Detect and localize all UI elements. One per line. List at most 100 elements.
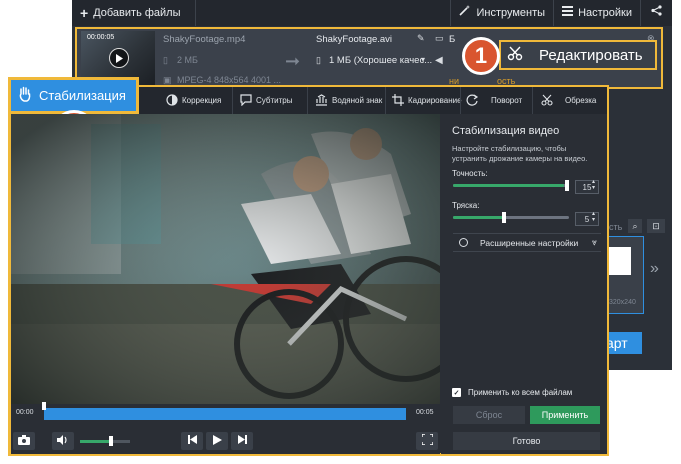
apply-all-label: Применить ко всем файлам [468,388,573,397]
file-icon: ▯ [163,55,168,65]
tab-watermark[interactable]: Водяной знак [315,87,382,114]
converter-toolbar: + Добавить файлы Инструменты Настройки [72,0,672,26]
advanced-settings-toggle[interactable]: Расширенные настройки ⩔ [453,233,601,252]
partial-label: сть [609,222,623,232]
tab-rotate[interactable]: Поворот [466,87,522,114]
volume-icon [57,434,69,448]
shaking-slider-handle[interactable] [502,212,506,223]
start-button[interactable]: арт [606,332,642,354]
mute-button[interactable] [52,432,74,450]
tab-subtitles[interactable]: Субтитры [240,87,292,114]
arrow-right-icon: ➞ [285,51,301,71]
accuracy-label: Точность: [452,169,488,178]
time-current: 00:00 [16,409,34,416]
volume-slider[interactable] [80,440,130,443]
chevron-down-icon[interactable]: ▾ [421,55,425,64]
thumbnail-time: 00:00:05 [87,34,115,41]
step-badge-one: 1 [462,37,500,75]
tab-correction[interactable]: Коррекция [166,87,221,114]
video-frame-image [11,114,440,404]
zoom-icon[interactable]: ⊡ [647,219,665,233]
contrast-icon [166,93,178,108]
apply-label: Применить [541,410,589,420]
speech-bubble-icon [240,93,252,108]
divider [232,87,233,114]
fullscreen-button[interactable] [416,432,438,450]
next-frame-button[interactable] [231,432,253,450]
done-button[interactable]: Готово [453,432,600,450]
video-preview[interactable] [11,114,440,404]
timeline-bar[interactable] [44,408,406,420]
accuracy-value-field[interactable]: 15 [575,180,599,194]
format-card[interactable]: 320x240 [608,236,644,314]
panel-title: Стабилизация видео [452,125,560,137]
source-size: 2 МБ [177,55,198,65]
tab-label: Стабилизация [39,88,126,103]
output-size[interactable]: 1 МБ (Хорошее качес... [329,55,432,66]
tools-label: Инструменты [476,7,546,19]
skip-forward-icon [237,435,247,447]
stabilization-panel: Стабилизация видео Настройте стабилизаци… [441,114,607,454]
divider [385,87,386,114]
divider [307,87,308,114]
accuracy-slider[interactable] [453,184,569,187]
tab-crop[interactable]: Кадрирование [392,87,462,114]
rotate-icon [466,94,479,108]
playback-controls: 00:00 00:05 [11,402,440,454]
scissors-icon [507,45,523,65]
format-resolution: 320x240 [609,299,636,306]
edit-label: Редактировать [539,46,643,64]
accuracy-slider-handle[interactable] [565,180,569,191]
pencil-icon[interactable]: ✎ [417,33,425,44]
tools-button[interactable]: Инструменты [451,0,553,26]
accuracy-slider-fill [453,184,565,187]
stepper-icon[interactable]: ▴ ▾ [592,211,595,223]
subtitle-label[interactable]: Б [449,34,455,45]
tab-trim[interactable]: Обрезка [541,87,596,114]
next-arrow-icon[interactable]: » [650,260,659,278]
chevron-double-down-icon: ⩔ [591,237,597,247]
reset-label: Сброс [475,410,503,420]
play-icon[interactable] [109,48,129,68]
apply-button[interactable]: Применить [530,406,600,424]
settings-button[interactable]: Настройки [554,0,640,26]
timeline-handle[interactable] [42,402,46,410]
divider [460,87,461,114]
skip-back-icon [187,435,197,447]
add-files-button[interactable]: + Добавить файлы [72,0,189,26]
file-icon: ▯ [316,55,321,65]
output-filename[interactable]: ShakyFootage.avi [316,34,392,45]
shaking-slider[interactable] [453,216,569,219]
shaking-value-field[interactable]: 5 [575,212,599,226]
add-files-label: Добавить файлы [93,7,181,19]
source-filename: ShakyFootage.mp4 [163,34,246,45]
edit-button[interactable]: Редактировать [499,40,657,70]
tab-label: Кадрирование [408,96,462,105]
play-icon [212,434,222,448]
fullscreen-icon [420,433,434,448]
tab-stabilization[interactable]: Стабилизация [8,77,139,114]
search-icon[interactable]: ⌕ [628,219,642,233]
tab-label: Обрезка [565,96,597,105]
snapshot-button[interactable] [13,432,35,450]
reset-button[interactable]: Сброс [453,406,525,424]
stepper-icon[interactable]: ▴ ▾ [592,179,595,191]
watermark-icon [315,93,328,108]
settings-label: Настройки [578,7,632,19]
share-button[interactable] [641,0,672,26]
divider [532,87,533,114]
volume-fill [80,440,110,443]
tab-label: Водяной знак [332,96,383,105]
volume-handle[interactable] [109,436,113,446]
tab-label: Коррекция [182,96,222,105]
divider [194,0,196,26]
play-button[interactable] [206,432,228,450]
shaking-label: Тряска: [452,201,480,210]
camera-icon [18,434,30,448]
magic-wand-icon [459,0,471,26]
crop-icon [392,93,404,108]
menu-icon [562,0,574,26]
format-icon [609,247,631,275]
previous-frame-button[interactable] [181,432,203,450]
apply-all-checkbox[interactable]: ✓ [452,388,461,397]
